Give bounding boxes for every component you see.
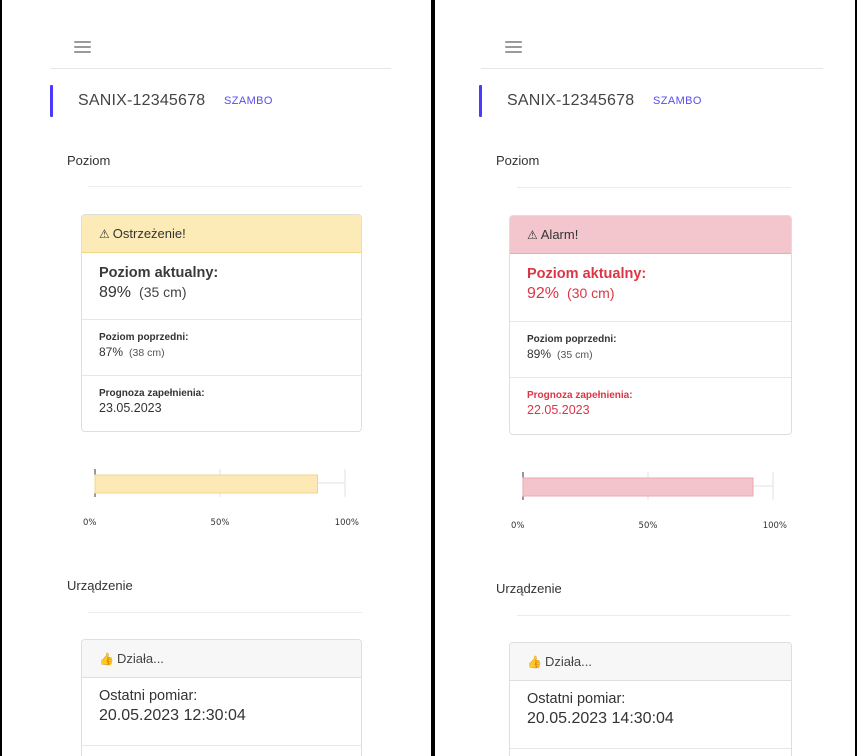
current-level-value: 89% (35 cm) [99, 284, 344, 302]
device-name: SANIX-12345678 [507, 92, 635, 109]
status-header-text: Ostrzeżenie! [112, 226, 186, 241]
current-level-percent: 89% [99, 284, 132, 301]
thumbs-up-icon: 👍 [99, 652, 114, 666]
last-measurement-row: Ostatni pomiar: 20.05.2023 14:30:04 [510, 681, 791, 749]
last-measurement-value: 20.05.2023 12:30:04 [99, 707, 246, 724]
screenshot-frame: SANIX-12345678 SZAMBO Poziom ⚠ Ostrzeżeni… [0, 0, 857, 756]
right-phone-panel: SANIX-12345678 SZAMBO Poziom ⚠ Alarm! Poz… [435, 0, 855, 756]
forecast-value: 22.05.2023 [527, 403, 590, 417]
section-divider [88, 186, 362, 187]
current-level-value: 92% (30 cm) [527, 285, 774, 303]
device-section-title: Urządzenie [496, 581, 562, 596]
last-measurement-row: Ostatni pomiar: 20.05.2023 12:30:04 [82, 678, 361, 746]
current-level-label: Poziom aktualny: [527, 266, 647, 282]
device-status-card: 👍 Działa... Ostatni pomiar: 20.05.2023 14… [509, 642, 792, 756]
previous-level-percent: 87% [99, 345, 124, 359]
last-measurement-label: Ostatni pomiar: [99, 688, 198, 704]
previous-level-percent: 89% [527, 347, 552, 361]
x-tick-label: 50% [639, 521, 658, 531]
x-tick-label: 100% [763, 521, 787, 531]
device-status-card: 👍 Działa... Ostatni pomiar: 20.05.2023 12… [81, 639, 362, 756]
warning-triangle-icon: ⚠ [527, 228, 538, 242]
status-card-header: ⚠ Ostrzeżenie! [82, 215, 361, 253]
top-bar [481, 27, 823, 69]
card-row [82, 746, 361, 756]
previous-level-label: Poziom poprzedni: [527, 334, 617, 345]
forecast-label: Prognoza zapełnienia: [527, 390, 633, 401]
current-level-row: Poziom aktualny: 92% (30 cm) [510, 254, 791, 322]
x-tick-label: 0% [511, 521, 525, 531]
section-divider [88, 612, 362, 613]
level-bar-chart-svg: 0% 50% 100% [511, 472, 787, 531]
current-level-row: Poziom aktualny: 89% (35 cm) [82, 253, 361, 320]
status-card-header: ⚠ Alarm! [510, 216, 791, 254]
last-measurement-label: Ostatni pomiar: [527, 691, 626, 707]
x-tick-label: 50% [211, 518, 230, 528]
device-header: SANIX-12345678 SZAMBO [50, 85, 390, 117]
level-status-card: ⚠ Alarm! Poziom aktualny: 92% (30 cm) Pozi… [509, 215, 792, 435]
level-bar-chart: 0% 50% 100% [81, 465, 366, 535]
last-measurement-value: 20.05.2023 14:30:04 [527, 710, 674, 727]
current-level-cm: (35 cm) [139, 284, 187, 300]
level-status-card: ⚠ Ostrzeżenie! Poziom aktualny: 89% (35 cm… [81, 214, 362, 432]
previous-level-cm: (35 cm) [557, 349, 593, 361]
previous-level-row: Poziom poprzedni: 87% (38 cm) [82, 320, 361, 376]
device-type-link[interactable]: SZAMBO [224, 95, 273, 107]
level-section-title: Poziom [67, 153, 111, 168]
current-level-cm: (30 cm) [567, 285, 615, 301]
device-status-text: Działa... [116, 651, 164, 666]
forecast-value: 23.05.2023 [99, 401, 162, 415]
level-bar-chart: 0% 50% 100% [509, 468, 794, 538]
thumbs-up-icon: 👍 [527, 655, 542, 669]
left-phone-panel: SANIX-12345678 SZAMBO Poziom ⚠ Ostrzeżeni… [2, 0, 431, 756]
device-name: SANIX-12345678 [78, 92, 206, 109]
forecast-row: Prognoza zapełnienia: 23.05.2023 [82, 376, 361, 431]
warning-triangle-icon: ⚠ [99, 227, 110, 241]
section-divider [517, 187, 791, 188]
x-tick-label: 0% [83, 518, 97, 528]
accent-bar [50, 85, 53, 117]
device-card-header: 👍 Działa... [82, 640, 361, 678]
level-section-title: Poziom [496, 153, 540, 168]
hamburger-menu-icon[interactable] [74, 41, 91, 53]
previous-level-label: Poziom poprzedni: [99, 332, 189, 343]
forecast-row: Prognoza zapełnienia: 22.05.2023 [510, 378, 791, 434]
level-bar-chart-svg: 0% 50% 100% [83, 469, 359, 528]
previous-level-cm: (38 cm) [129, 347, 165, 359]
accent-bar [479, 85, 482, 117]
device-section-title: Urządzenie [67, 578, 133, 593]
device-header: SANIX-12345678 SZAMBO [479, 85, 819, 117]
level-bar [522, 477, 754, 497]
hamburger-menu-icon[interactable] [505, 41, 522, 53]
device-card-header: 👍 Działa... [510, 643, 791, 681]
previous-level-value: 87% (38 cm) [99, 345, 344, 359]
forecast-label: Prognoza zapełnienia: [99, 388, 205, 399]
status-header-text: Alarm! [540, 227, 579, 242]
previous-level-value: 89% (35 cm) [527, 347, 774, 361]
level-bar [94, 474, 318, 494]
x-tick-label: 100% [335, 518, 359, 528]
device-type-link[interactable]: SZAMBO [653, 95, 702, 107]
device-status-text: Działa... [544, 654, 592, 669]
top-bar [50, 27, 391, 69]
previous-level-row: Poziom poprzedni: 89% (35 cm) [510, 322, 791, 378]
current-level-label: Poziom aktualny: [99, 265, 219, 281]
section-divider [517, 615, 791, 616]
card-row [510, 749, 791, 756]
current-level-percent: 92% [527, 285, 560, 302]
